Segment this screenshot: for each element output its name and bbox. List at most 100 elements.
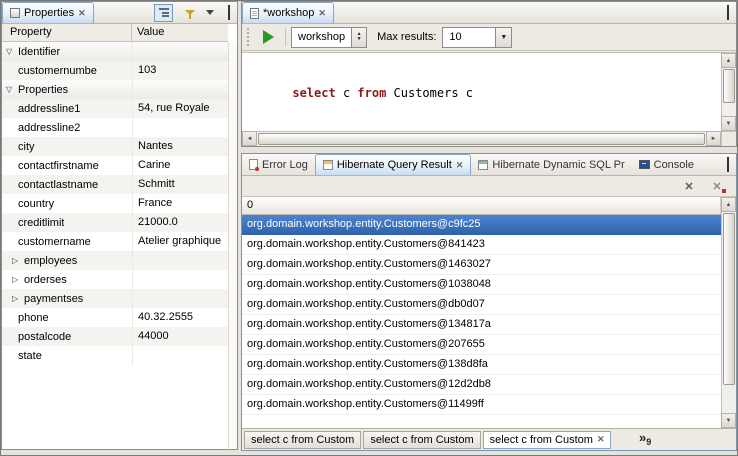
max-results-combo[interactable]: 10 ▼ <box>442 27 512 48</box>
property-row[interactable]: country France <box>2 194 228 213</box>
scroll-down-icon[interactable]: ▼ <box>721 116 736 131</box>
tab-hibernate-query-result[interactable]: Hibernate Query Result ✕ <box>315 154 472 175</box>
configuration-spinner[interactable]: ▲ ▼ <box>351 28 366 47</box>
view-menu-icon[interactable] <box>206 10 214 15</box>
tab-hibernate-dynamic-sql[interactable]: Hibernate Dynamic SQL Pr <box>471 154 631 175</box>
close-icon[interactable]: ✕ <box>78 8 86 19</box>
property-row[interactable]: contactfirstname Carine <box>2 156 228 175</box>
result-row[interactable]: org.domain.workshop.entity.Customers@114… <box>242 395 721 415</box>
hql-query-text[interactable]: select c from Customers c <box>242 53 736 105</box>
column-header-value[interactable]: Value <box>132 24 228 41</box>
property-value <box>132 251 228 270</box>
run-query-button[interactable] <box>256 26 280 48</box>
property-row[interactable]: orderses <box>2 270 228 289</box>
property-row[interactable]: customername Atelier graphique <box>2 232 228 251</box>
results-vertical-scrollbar[interactable]: ▲ ▼ <box>721 197 736 428</box>
result-row[interactable]: org.domain.workshop.entity.Customers@841… <box>242 235 721 255</box>
column-header-property[interactable]: Property <box>2 24 132 41</box>
tab-label: Console <box>654 159 694 171</box>
tab-label: Hibernate Query Result <box>337 159 452 171</box>
toolbar-grip[interactable] <box>247 28 251 46</box>
result-row[interactable]: org.domain.workshop.entity.Customers@134… <box>242 315 721 335</box>
editor-vertical-scrollbar[interactable]: ▲ ▼ <box>721 53 736 131</box>
scrollbar-thumb[interactable] <box>723 213 735 385</box>
scroll-up-icon[interactable]: ▲ <box>721 197 736 212</box>
close-icon[interactable]: ✕ <box>318 8 326 19</box>
expand-arrow-icon[interactable] <box>2 294 24 303</box>
property-value <box>132 42 228 61</box>
property-name: phone <box>18 312 49 324</box>
configuration-combo[interactable]: workshop ▲ ▼ <box>291 27 367 48</box>
tab-properties[interactable]: Properties ✕ <box>2 2 94 23</box>
scroll-down-icon[interactable]: ▼ <box>721 413 736 428</box>
property-row[interactable]: employees <box>2 251 228 270</box>
result-row[interactable]: org.domain.workshop.entity.Customers@207… <box>242 335 721 355</box>
editor-horizontal-scrollbar[interactable]: ◄ ► <box>242 131 721 146</box>
query-page-tab[interactable]: select c from Custom ✕ <box>363 431 480 449</box>
tab-console[interactable]: Console <box>632 154 701 175</box>
properties-scrollbar[interactable] <box>228 42 237 449</box>
remove-all-results-button[interactable]: ✕ <box>708 178 726 195</box>
property-row[interactable]: postalcode 44000 <box>2 327 228 346</box>
filter-properties-button[interactable] <box>180 4 199 22</box>
max-results-dropdown[interactable]: ▼ <box>495 28 511 47</box>
scroll-left-icon[interactable]: ◄ <box>242 131 257 146</box>
close-icon[interactable]: ✕ <box>456 160 464 171</box>
properties-tabbar: Properties ✕ <box>2 2 237 24</box>
maximize-icon <box>727 5 729 20</box>
result-row[interactable]: org.domain.workshop.entity.Customers@c9f… <box>242 215 721 235</box>
error-log-icon <box>249 159 258 170</box>
property-row[interactable]: paymentses <box>2 289 228 308</box>
query-page-tab[interactable]: select c from Custom ✕ <box>483 431 612 449</box>
results-column-header[interactable]: 0 <box>242 197 721 215</box>
expand-arrow-icon[interactable] <box>2 275 24 284</box>
property-row[interactable]: state <box>2 346 228 365</box>
editor-content[interactable]: select c from Customers c ▲ ▼ ◄ ► <box>242 52 736 146</box>
tab-workshop-editor[interactable]: *workshop ✕ <box>242 2 334 23</box>
remove-result-button[interactable]: ✕ <box>680 178 698 195</box>
property-row[interactable]: phone 40.32.2555 <box>2 308 228 327</box>
property-value: Nantes <box>132 137 228 156</box>
property-label-cell: paymentses <box>2 289 132 308</box>
scroll-up-icon[interactable]: ▲ <box>721 53 736 68</box>
scroll-right-icon[interactable]: ► <box>706 131 721 146</box>
result-row[interactable]: org.domain.workshop.entity.Customers@12d… <box>242 375 721 395</box>
result-row[interactable]: org.domain.workshop.entity.Customers@103… <box>242 275 721 295</box>
tab-error-log[interactable]: Error Log <box>242 154 315 175</box>
close-icon[interactable]: ✕ <box>597 434 605 445</box>
maximize-button[interactable] <box>727 7 729 19</box>
property-label-cell: country <box>2 194 132 213</box>
eclipse-workbench: Properties ✕ Property Value Identifie <box>0 0 738 456</box>
property-row[interactable]: Identifier <box>2 42 228 61</box>
tab-overflow-button[interactable]: » 9 <box>639 431 651 447</box>
query-page-tabs: select c from Custom ✕ select c from Cus… <box>242 428 736 450</box>
property-row[interactable]: Properties <box>2 80 228 99</box>
property-row[interactable]: creditlimit 21000.0 <box>2 213 228 232</box>
result-row[interactable]: org.domain.workshop.entity.Customers@db0… <box>242 295 721 315</box>
property-row[interactable]: addressline1 54, rue Royale <box>2 99 228 118</box>
expand-arrow-icon[interactable] <box>2 256 24 265</box>
maximize-button[interactable] <box>727 159 729 171</box>
show-categories-button[interactable] <box>154 4 173 22</box>
expand-arrow-icon[interactable] <box>2 47 18 56</box>
property-name: employees <box>24 255 77 267</box>
scrollbar-thumb[interactable] <box>723 69 735 103</box>
property-row[interactable]: addressline2 <box>2 118 228 137</box>
property-row[interactable]: customernumbe 103 <box>2 61 228 80</box>
property-label-cell: state <box>2 346 132 365</box>
maximize-button[interactable] <box>228 7 230 19</box>
property-row[interactable]: contactlastname Schmitt <box>2 175 228 194</box>
property-value: 21000.0 <box>132 213 228 232</box>
result-row[interactable]: org.domain.workshop.entity.Customers@146… <box>242 255 721 275</box>
expand-arrow-icon[interactable] <box>2 85 18 94</box>
hql-file-icon <box>250 8 259 19</box>
property-label-cell: customername <box>2 232 132 251</box>
scrollbar-thumb[interactable] <box>258 133 705 145</box>
property-value: 44000 <box>132 327 228 346</box>
toolbar-separator <box>285 28 286 46</box>
property-label-cell: postalcode <box>2 327 132 346</box>
property-row[interactable]: city Nantes <box>2 137 228 156</box>
query-page-tab[interactable]: select c from Custom ✕ <box>244 431 361 449</box>
result-row[interactable]: org.domain.workshop.entity.Customers@138… <box>242 355 721 375</box>
filter-icon <box>185 10 195 15</box>
